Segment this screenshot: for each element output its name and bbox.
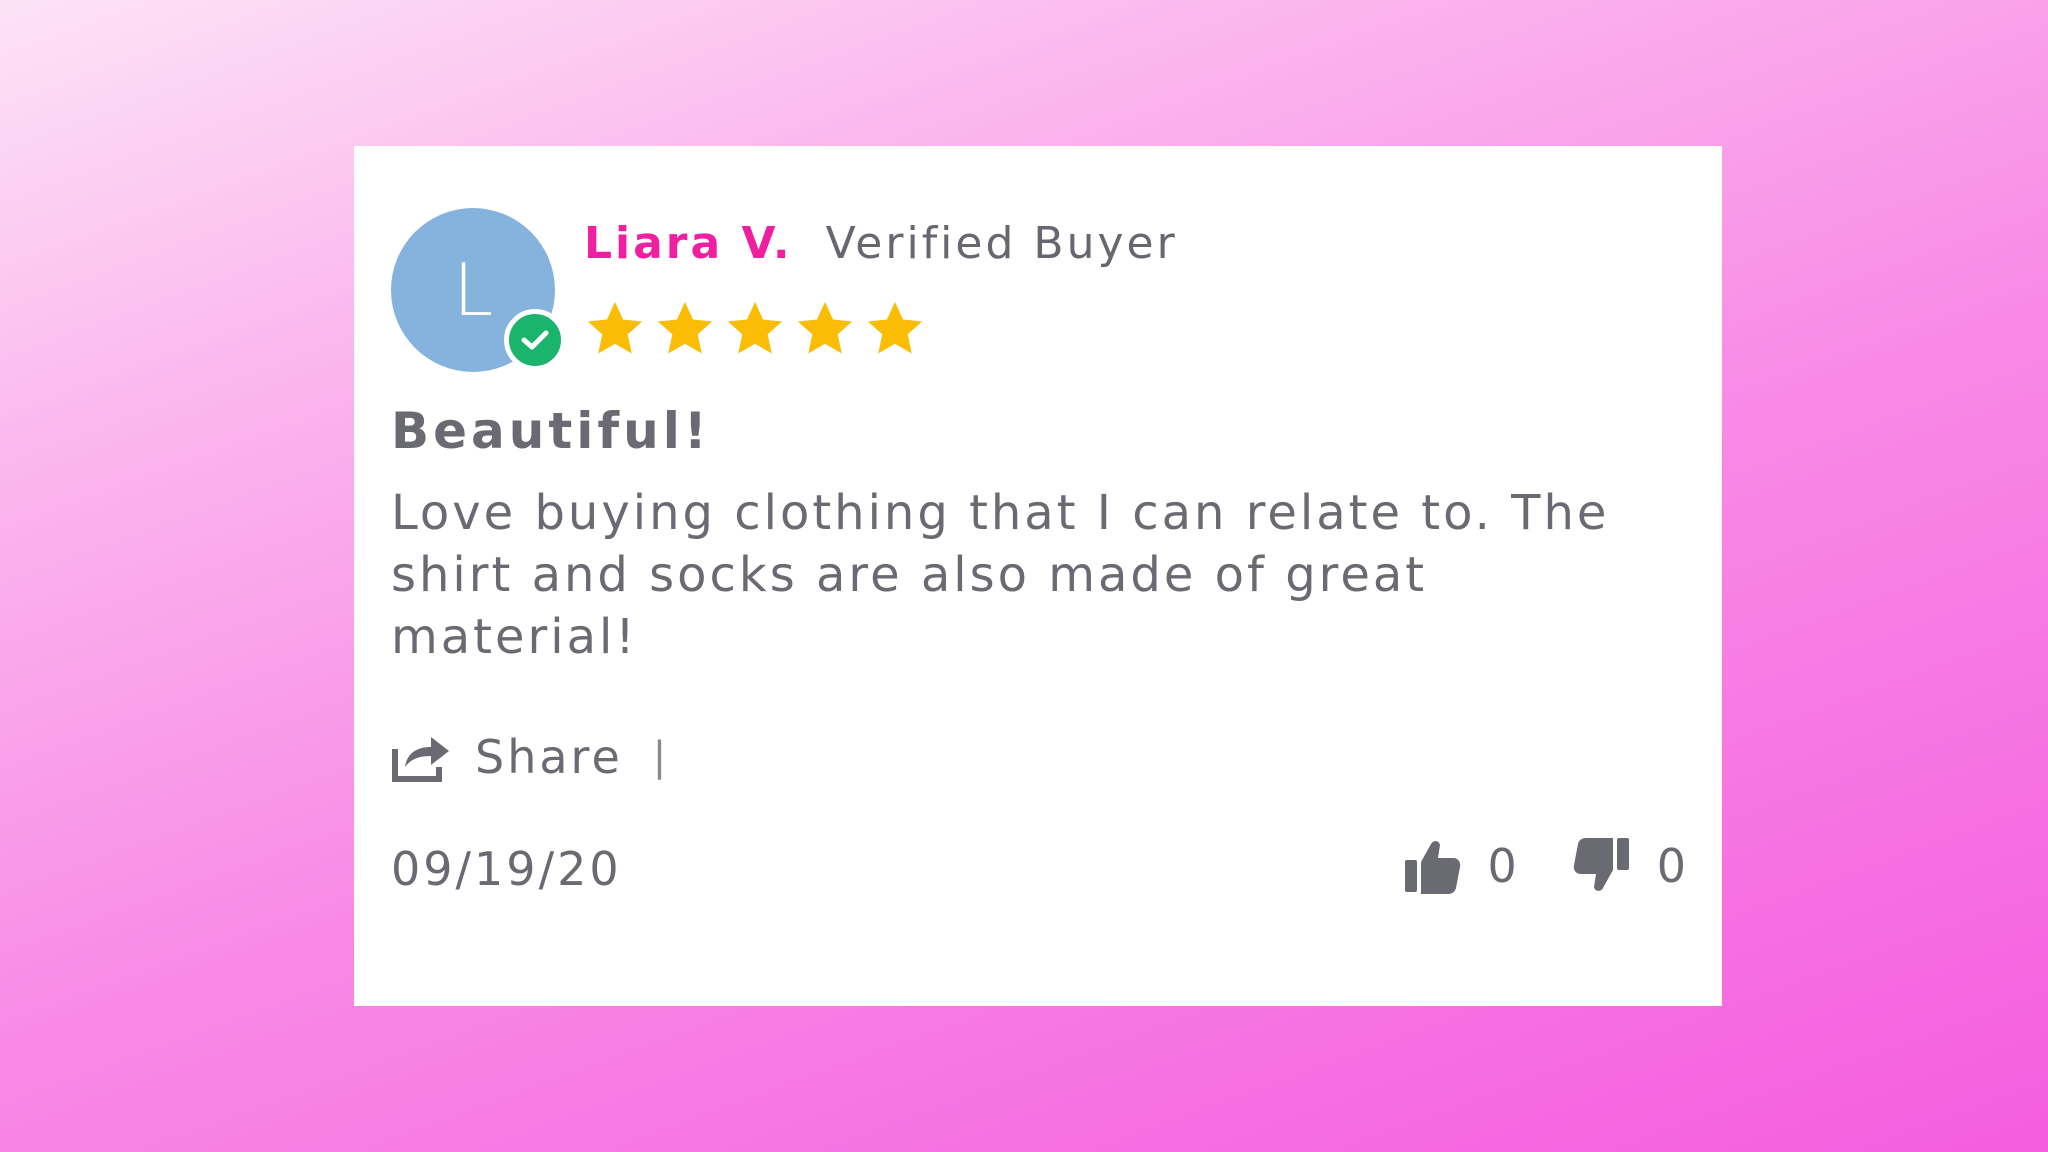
review-date: 09/19/20 <box>391 842 622 896</box>
reviewer-name[interactable]: Liara V. <box>584 218 793 269</box>
share-label: Share <box>475 730 623 784</box>
star-icon <box>867 301 923 354</box>
reviewer-header: Liara V. Verified Buyer <box>584 218 1178 269</box>
vote-controls: 0 0 <box>1403 836 1686 896</box>
star-icon <box>657 301 713 354</box>
review-card: L Liara V. Verified Buyer Beautiful! Lov… <box>354 146 1722 1006</box>
review-body: Love buying clothing that I can relate t… <box>391 485 1610 665</box>
thumbs-up-icon <box>1405 841 1461 894</box>
thumbs-up-button[interactable]: 0 <box>1403 836 1517 896</box>
share-divider: | <box>652 734 670 780</box>
star-rating <box>584 298 926 360</box>
thumbs-up-count: 0 <box>1487 839 1517 893</box>
avatar-initial: L <box>452 248 494 332</box>
thumbs-down-icon <box>1573 838 1629 891</box>
thumbs-down-count: 0 <box>1656 839 1686 893</box>
thumbs-down-button[interactable]: 0 <box>1573 836 1686 896</box>
star-icon <box>587 301 643 354</box>
star-icon <box>797 301 853 354</box>
check-circle-icon <box>504 309 566 371</box>
share-icon <box>392 737 449 782</box>
review-title: Beautiful! <box>391 402 711 460</box>
star-icon <box>727 301 783 354</box>
share-button[interactable]: Share | <box>391 724 669 790</box>
verified-buyer-label: Verified Buyer <box>825 218 1178 269</box>
